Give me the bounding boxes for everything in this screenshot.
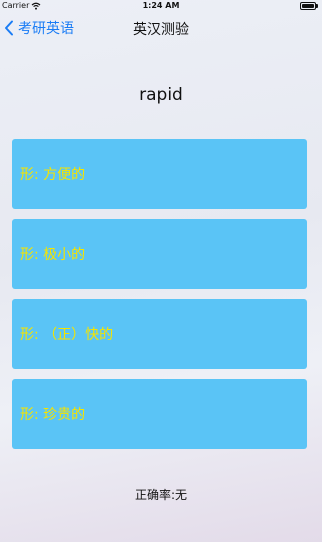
quiz-word: rapid [139,85,183,105]
answer-option-3[interactable]: 形: （正）快的 [12,299,307,369]
answer-option-1[interactable]: 形: 方便的 [12,139,307,209]
status-bar: Carrier 1:24 AM [0,0,322,11]
answer-option-2[interactable]: 形: 极小的 [12,219,307,289]
answer-option-label: 形: 方便的 [20,167,86,183]
answer-option-4[interactable]: 形: 珍贵的 [12,379,307,449]
status-time: 1:24 AM [142,1,180,10]
answer-option-label: 形: （正）快的 [20,327,114,343]
navigation-bar: 考研英语 英汉测验 [0,11,322,45]
battery-icon [300,2,318,10]
page-title: 英汉测验 [133,22,189,38]
answer-option-label: 形: 极小的 [20,247,86,263]
accuracy-label: 正确率:无 [134,488,188,502]
answer-option-label: 形: 珍贵的 [20,407,86,423]
